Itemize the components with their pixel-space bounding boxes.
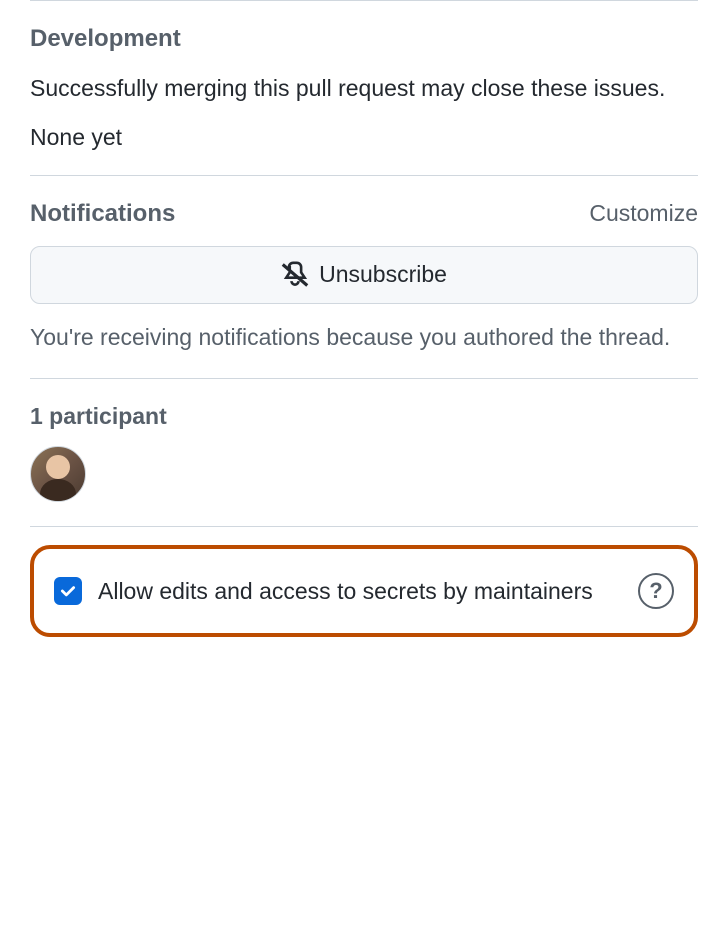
development-title: Development [30, 25, 181, 53]
notifications-header: Notifications Customize [30, 200, 698, 228]
participants-section: 1 participant [30, 378, 698, 526]
customize-link[interactable]: Customize [589, 200, 698, 227]
allow-edits-label: Allow edits and access to secrets by mai… [98, 574, 622, 609]
maintainer-edits-section: Allow edits and access to secrets by mai… [30, 526, 698, 637]
allow-edits-highlight: Allow edits and access to secrets by mai… [30, 545, 698, 637]
development-empty: None yet [30, 124, 698, 151]
notifications-title: Notifications [30, 200, 175, 228]
unsubscribe-button[interactable]: Unsubscribe [30, 246, 698, 304]
participant-count: 1 participant [30, 403, 698, 430]
development-header: Development [30, 25, 698, 53]
development-description: Successfully merging this pull request m… [30, 71, 698, 106]
checkmark-icon [59, 582, 77, 600]
notification-reason: You're receiving notifications because y… [30, 320, 698, 355]
avatar[interactable] [30, 446, 86, 502]
unsubscribe-label: Unsubscribe [319, 261, 447, 288]
allow-edits-checkbox[interactable] [54, 577, 82, 605]
help-icon[interactable]: ? [638, 573, 674, 609]
notifications-section: Notifications Customize Unsubscribe You'… [30, 175, 698, 379]
development-section: Development Successfully merging this pu… [30, 0, 698, 175]
bell-mute-icon [281, 261, 309, 289]
